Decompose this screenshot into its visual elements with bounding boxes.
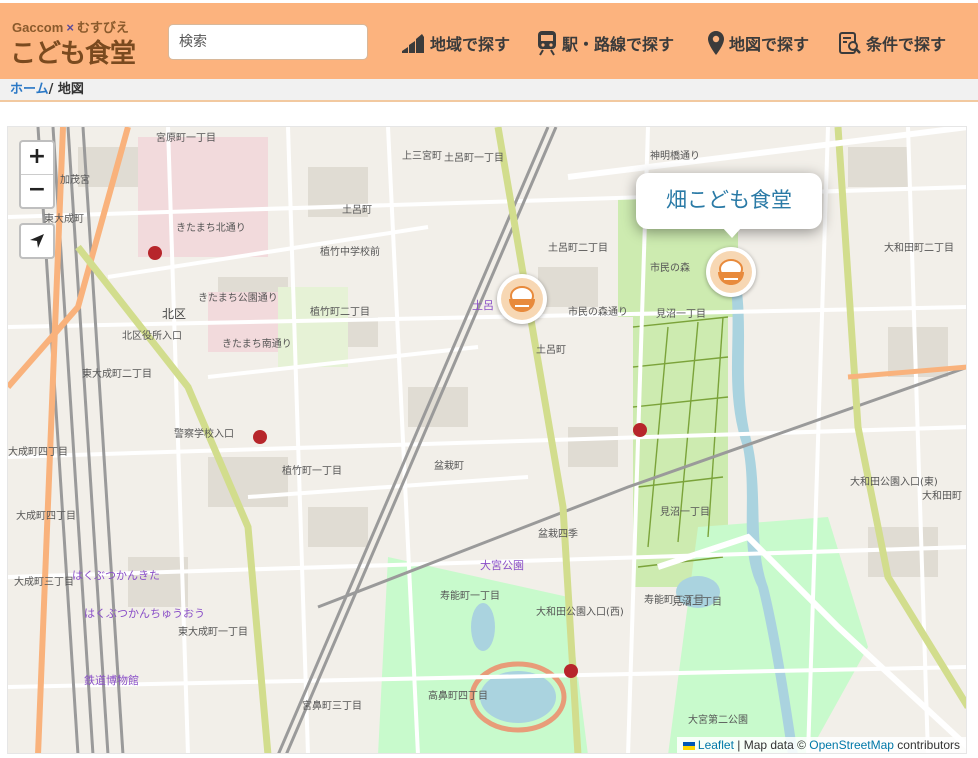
map-label: 土呂町 bbox=[536, 345, 566, 356]
breadcrumb-separator: / bbox=[48, 82, 54, 97]
map-popup[interactable]: 畑こども食堂 bbox=[636, 173, 822, 229]
map-pin-icon bbox=[708, 31, 724, 55]
leaflet-link[interactable]: Leaflet bbox=[698, 738, 734, 752]
map-label: 大和田公園入口(西) bbox=[536, 607, 624, 618]
map-label: 大和田町 bbox=[922, 491, 962, 502]
breadcrumb: ホーム/ 地図 bbox=[0, 79, 978, 102]
nav-map-label: 地図で探す bbox=[729, 35, 810, 54]
map-label: きたまち公園通り bbox=[198, 293, 278, 304]
marker-inner bbox=[501, 278, 543, 320]
zoom-in-button[interactable]: + bbox=[21, 142, 53, 174]
site-header: Gaccom×むすびえ こども食堂 地域で探す 駅・路線で探す 地図で探す 条件… bbox=[0, 0, 978, 79]
locate-button[interactable] bbox=[19, 223, 55, 259]
kodomo-shokudo-marker[interactable] bbox=[497, 274, 547, 324]
map-label: 見沼一丁目 bbox=[656, 309, 706, 320]
map-label: 北区 bbox=[162, 307, 187, 321]
breadcrumb-home[interactable]: ホーム bbox=[10, 82, 49, 97]
map-label: 土呂町二丁目 bbox=[548, 243, 608, 254]
rice-bowl-icon bbox=[718, 259, 744, 285]
locate-arrow-icon bbox=[30, 234, 44, 248]
site-logo[interactable]: Gaccom × むすびえ こども食堂 bbox=[8, 13, 153, 73]
map-label: 北区役所入口 bbox=[122, 331, 182, 342]
map-label: 見沼一丁目 bbox=[660, 507, 710, 518]
nav-station[interactable]: 駅・路線で探す bbox=[536, 27, 674, 59]
map-popup-tip bbox=[722, 227, 742, 238]
kodomo-shokudo-marker[interactable] bbox=[706, 247, 756, 297]
map-label: 植竹町一丁目 bbox=[282, 466, 342, 477]
map-label: 大宮公園 bbox=[480, 559, 524, 572]
search-filter-icon bbox=[839, 32, 861, 54]
zoom-out-button[interactable]: − bbox=[21, 174, 53, 207]
map-label: 盆栽町 bbox=[434, 461, 464, 472]
map-label: きたまち南通り bbox=[222, 339, 292, 350]
map-label: 市民の森 bbox=[650, 263, 690, 274]
map-label: はくぶつかんちゅうおう bbox=[84, 607, 205, 620]
map-label: 宮鼻町三丁目 bbox=[302, 701, 362, 712]
map-label: 警察学校入口 bbox=[174, 429, 234, 440]
nav-station-label: 駅・路線で探す bbox=[562, 35, 675, 54]
map-label: きたまち北通り bbox=[176, 223, 246, 234]
map-region-icon bbox=[402, 34, 424, 53]
zoom-control: + − bbox=[19, 140, 55, 209]
map-label: 土呂 bbox=[472, 299, 494, 312]
marker-inner bbox=[710, 251, 752, 293]
nav-map[interactable]: 地図で探す bbox=[707, 27, 809, 59]
map-label: 大成町四丁目 bbox=[8, 447, 68, 458]
map-label: 見沼二丁目 bbox=[672, 597, 722, 608]
train-icon bbox=[538, 31, 556, 56]
ukraine-flag-icon bbox=[682, 741, 695, 750]
map-label: 大成町四丁目 bbox=[16, 511, 76, 522]
map-label: 大宮第二公園 bbox=[688, 715, 748, 726]
map-label: 東大成町一丁目 bbox=[178, 627, 248, 638]
breadcrumb-current: 地図 bbox=[57, 82, 84, 97]
map-label: 神明橋通り bbox=[650, 151, 700, 162]
map-label: 加茂宮 bbox=[60, 175, 90, 186]
map-tiles[interactable] bbox=[8, 127, 967, 754]
map-label: 植竹町二丁目 bbox=[310, 307, 370, 318]
map-label: はくぶつかんきた bbox=[72, 569, 160, 582]
map-attribution: Leaflet | Map data © OpenStreetMap contr… bbox=[676, 737, 966, 753]
map-label: 盆栽四季 bbox=[538, 529, 578, 540]
nav-conditions-label: 条件で探す bbox=[866, 35, 947, 54]
map-label: 大成町三丁目 bbox=[14, 577, 74, 588]
search-input[interactable] bbox=[168, 24, 368, 60]
map-label: 大和田公園入口(東) bbox=[850, 477, 938, 488]
nav-conditions[interactable]: 条件で探す bbox=[838, 27, 946, 59]
map-label: 宮原町一丁目 bbox=[156, 133, 216, 144]
map-label: 植竹中学校前 bbox=[320, 247, 380, 258]
nav-region-label: 地域で探す bbox=[430, 35, 511, 54]
nav-region[interactable]: 地域で探す bbox=[400, 27, 510, 59]
map-label: 市民の森通り bbox=[568, 307, 628, 318]
map-label: 東大成町二丁目 bbox=[82, 369, 152, 380]
map-label: 寿能町一丁目 bbox=[440, 591, 500, 602]
map-label: 高鼻町四丁目 bbox=[428, 691, 488, 702]
map-label: 上三宮町 bbox=[402, 151, 442, 162]
rice-bowl-icon bbox=[509, 286, 535, 312]
map-label: 土呂町一丁目 bbox=[444, 153, 504, 164]
logo-title: こども食堂 bbox=[10, 39, 136, 69]
attribution-contributors: contributors bbox=[893, 738, 960, 752]
map-label: 土呂町 bbox=[342, 205, 372, 216]
attribution-text: | Map data © bbox=[733, 738, 810, 752]
osm-link[interactable]: OpenStreetMap bbox=[809, 738, 894, 752]
map-label: 鉄道博物館 bbox=[84, 674, 139, 687]
map-label: 大和田町二丁目 bbox=[884, 243, 954, 254]
map-container[interactable]: 宮原町一丁目 加茂宮 東大成町 北区 北区役所入口 東大成町二丁目 大成町四丁目… bbox=[7, 126, 967, 754]
